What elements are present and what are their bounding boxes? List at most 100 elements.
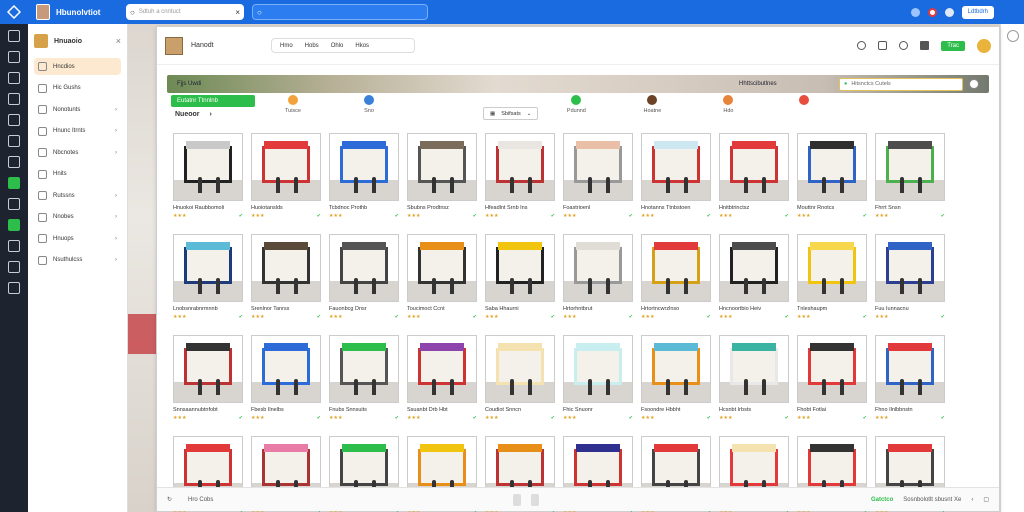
store-thumbnail[interactable]	[485, 335, 555, 403]
store-card[interactable]: Ssuanbt Drb Hbt ★★★ ✔	[407, 335, 477, 424]
store-thumbnail[interactable]	[485, 234, 555, 302]
store-card[interactable]: Tcbdnoc Prothb ★★★ ✔	[329, 133, 399, 222]
store-thumbnail[interactable]	[407, 234, 477, 302]
store-card[interactable]: Fnubs Snnsuits ★★★ ✔	[329, 335, 399, 424]
store-card[interactable]: Toucimoct Ccnt ★★★ ✔	[407, 234, 477, 323]
tab-jobs[interactable]: Hobs	[305, 43, 319, 49]
store-card[interactable]: Hncnoortbio Heiv ★★★ ✔	[719, 234, 789, 323]
store-thumbnail[interactable]	[407, 335, 477, 403]
calendar-icon[interactable]	[878, 41, 888, 50]
store-card[interactable]: Fsoondre Hbbht ★★★ ✔	[641, 335, 711, 424]
primary-action-button[interactable]: Trac	[941, 40, 965, 51]
store-card[interactable]: Hcsnbt Irbsts ★★★ ✔	[719, 335, 789, 424]
app-logo-icon[interactable]	[0, 0, 28, 24]
global-search-input[interactable]: ○	[252, 4, 428, 20]
search-input[interactable]: ○ Sdtuh a cnntuct ×	[126, 4, 244, 20]
store-card[interactable]: Fauonbcg Dnsr ★★★ ✔	[329, 234, 399, 323]
assistant-icon[interactable]	[1006, 30, 1019, 42]
tool-icon[interactable]	[8, 135, 20, 147]
globe-icon[interactable]	[8, 51, 20, 63]
filter-category[interactable]: Pdunnd	[538, 95, 614, 120]
store-thumbnail[interactable]	[563, 335, 633, 403]
store-card[interactable]: Fhrrt Snsn ★★★ ✔	[875, 133, 945, 222]
filter-category[interactable]: Hdo	[690, 95, 766, 120]
inbox-icon[interactable]	[8, 30, 20, 42]
user-icon[interactable]	[8, 93, 20, 105]
store-thumbnail[interactable]	[251, 133, 321, 201]
store-card[interactable]: Fhno Ilnlbbnstn ★★★ ✔	[875, 335, 945, 424]
store-thumbnail[interactable]	[797, 133, 867, 201]
close-icon[interactable]: ×	[116, 36, 121, 46]
store-thumbnail[interactable]	[329, 335, 399, 403]
notification-icon[interactable]	[910, 7, 920, 17]
store-card[interactable]: Coudiot Snncn ★★★ ✔	[485, 335, 555, 424]
store-card[interactable]: Hrtortncwrzlnso ★★★ ✔	[641, 234, 711, 323]
profile-icon[interactable]	[944, 7, 954, 17]
user-menu-button[interactable]: Ldtbdrh	[961, 5, 994, 19]
store-card[interactable]: Hnitbtrinctsz ★★★ ✔	[719, 133, 789, 222]
store-card[interactable]: Srenlnor Tanrss ★★★ ✔	[251, 234, 321, 323]
store-thumbnail[interactable]	[875, 133, 945, 201]
store-thumbnail[interactable]	[329, 234, 399, 302]
store-thumbnail[interactable]	[875, 335, 945, 403]
leaf-icon[interactable]	[8, 156, 20, 168]
tab-other[interactable]: Ohlo	[331, 43, 344, 49]
sort-select[interactable]: ▦ Sbifsats ⌄	[483, 107, 539, 120]
filter-category[interactable]	[407, 95, 483, 120]
close-icon[interactable]	[969, 79, 979, 89]
info-icon[interactable]	[857, 41, 867, 50]
filter-category[interactable]	[766, 95, 842, 120]
star-icon[interactable]	[920, 41, 930, 50]
store-thumbnail[interactable]	[797, 234, 867, 302]
store-thumbnail[interactable]	[407, 133, 477, 201]
store-thumbnail[interactable]	[173, 133, 243, 201]
store-thumbnail[interactable]	[719, 133, 789, 201]
store-thumbnail[interactable]	[563, 133, 633, 201]
sidebar-item[interactable]: Hnunc Itrnts ›	[34, 123, 121, 140]
store-card[interactable]: Fhic Snuonr ★★★ ✔	[563, 335, 633, 424]
sidebar-item[interactable]: Hic Gushs	[34, 80, 121, 97]
store-thumbnail[interactable]	[797, 335, 867, 403]
refresh-icon[interactable]	[899, 41, 909, 50]
store-card[interactable]: Hnotanns Ttnbstoen ★★★ ✔	[641, 133, 711, 222]
store-card[interactable]: Hrtorhntbrut ★★★ ✔	[563, 234, 633, 323]
settings-icon[interactable]	[8, 261, 20, 273]
cart-icon[interactable]	[8, 219, 20, 231]
alert-icon[interactable]	[927, 7, 937, 17]
tab-home[interactable]: Hmo	[280, 43, 293, 49]
store-thumbnail[interactable]	[641, 133, 711, 201]
chevron-right-icon[interactable]: ›	[210, 111, 212, 118]
list-icon[interactable]	[8, 72, 20, 84]
book-icon[interactable]	[8, 114, 20, 126]
store-thumbnail[interactable]	[875, 234, 945, 302]
store-card[interactable]: Fhobt Fotlai ★★★ ✔	[797, 335, 867, 424]
store-card[interactable]: Mouttnr Rnotcs ★★★ ✔	[797, 133, 867, 222]
store-thumbnail[interactable]	[641, 234, 711, 302]
store-thumbnail[interactable]	[251, 234, 321, 302]
filter-category[interactable]: Tuisce	[255, 95, 331, 120]
scroll-handle[interactable]	[513, 493, 522, 506]
chat-icon[interactable]	[8, 240, 20, 252]
banner-search-input[interactable]: ● Hitsnctcs Cutels	[839, 77, 963, 91]
sidebar-item[interactable]: Nbcnotes ›	[34, 144, 121, 161]
store-thumbnail[interactable]	[173, 335, 243, 403]
chevron-left-icon[interactable]: ‹	[971, 497, 973, 503]
store-icon[interactable]	[8, 177, 20, 189]
new-button[interactable]: Eutatnr Ttnnlnb	[171, 95, 255, 107]
filter-category[interactable]: Hoatne	[614, 95, 690, 120]
store-thumbnail[interactable]	[485, 133, 555, 201]
folder-icon[interactable]	[8, 282, 20, 294]
store-card[interactable]: Hfeadlnt Srnb Ins ★★★ ✔	[485, 133, 555, 222]
scroll-handle[interactable]	[531, 493, 540, 506]
edit-icon[interactable]	[8, 198, 20, 210]
sidebar-item[interactable]: Hncdios	[34, 58, 121, 75]
store-card[interactable]: Huoiotanslds ★★★ ✔	[251, 133, 321, 222]
store-thumbnail[interactable]	[329, 133, 399, 201]
filter-category[interactable]: Sno	[331, 95, 407, 120]
store-card[interactable]: Saba Hhaurni ★★★ ✔	[485, 234, 555, 323]
page-icon[interactable]: ▢	[983, 496, 989, 503]
refresh-icon[interactable]: ↻	[167, 496, 172, 503]
store-thumbnail[interactable]	[719, 234, 789, 302]
store-card[interactable]: Snnsaannubtnfobt ★★★ ✔	[173, 335, 243, 424]
store-card[interactable]: Fuu Iunnacnu ★★★ ✔	[875, 234, 945, 323]
